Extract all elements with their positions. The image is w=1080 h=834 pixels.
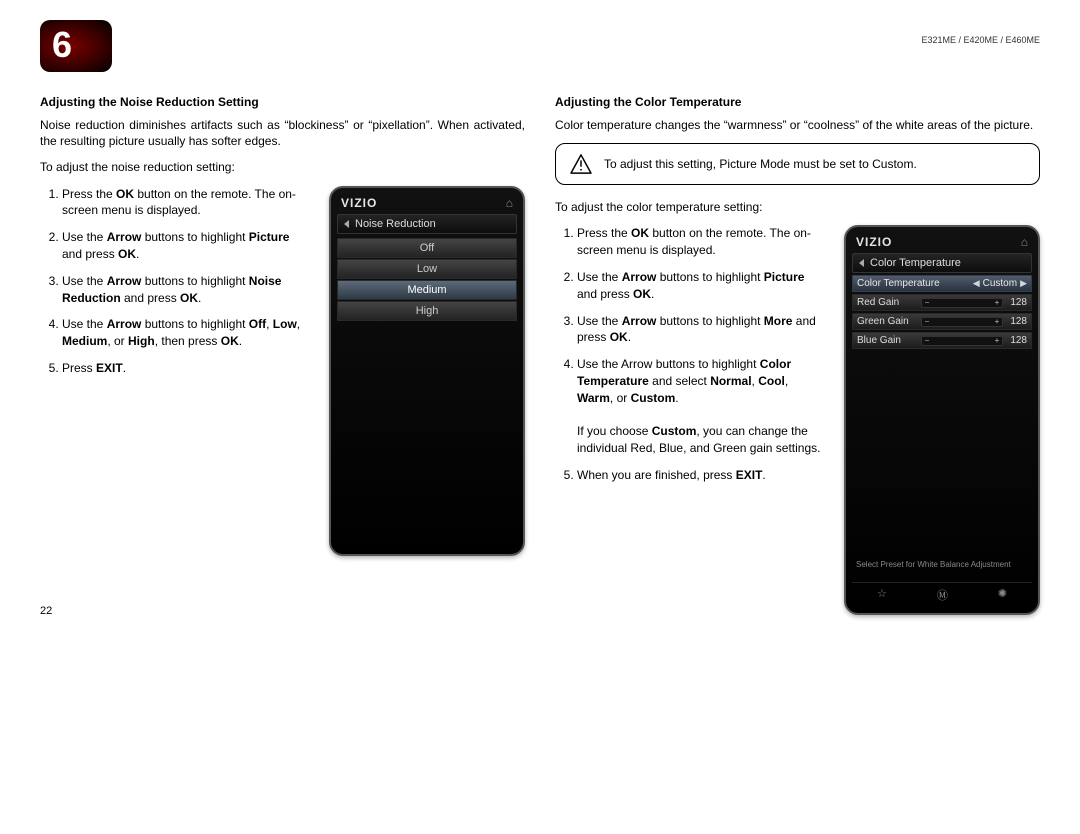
left-column: Adjusting the Noise Reduction Setting No… <box>40 95 525 615</box>
step-item: Press the OK button on the remote. The o… <box>62 186 311 220</box>
step-item: Use the Arrow buttons to highlight Color… <box>577 356 826 457</box>
right-steps: Press the OK button on the remote. The o… <box>555 225 826 483</box>
slider-track: −+ <box>921 298 1003 308</box>
footer-icons: ☆ Ⓜ ✺ <box>852 582 1032 603</box>
chevron-left-icon: ◀ <box>973 278 980 289</box>
selector-label: Color Temperature <box>857 278 940 289</box>
step-item: Use the Arrow buttons to highlight Noise… <box>62 273 311 307</box>
chapter-number: 6 <box>52 24 74 66</box>
step-item: Use the Arrow buttons to highlight More … <box>577 313 826 347</box>
menu-title-bar: Noise Reduction <box>337 214 517 234</box>
left-heading: Adjusting the Noise Reduction Setting <box>40 95 525 109</box>
left-lead: To adjust the noise reduction setting: <box>40 159 525 175</box>
model-line: E321ME / E420ME / E460ME <box>921 35 1040 45</box>
page-number: 22 <box>40 605 52 617</box>
right-lead: To adjust the color temperature setting: <box>555 199 1040 215</box>
note-text: To adjust this setting, Picture Mode mus… <box>604 157 917 171</box>
gain-value: 128 <box>1007 297 1027 308</box>
minus-icon: − <box>923 337 931 345</box>
option-low: Low <box>337 259 517 279</box>
color-temp-selector: Color Temperature ◀Custom▶ <box>852 275 1032 292</box>
menu-title: Color Temperature <box>870 257 961 269</box>
chevron-right-icon: ▶ <box>1020 278 1027 289</box>
gain-label: Green Gain <box>857 316 917 327</box>
chapter-badge: 6 <box>40 20 105 75</box>
noise-reduction-options: OffLowMediumHigh <box>337 238 517 321</box>
step-item: Press the OK button on the remote. The o… <box>577 225 826 259</box>
slider-track: −+ <box>921 336 1003 346</box>
plus-icon: + <box>993 299 1001 307</box>
step-item: When you are finished, press EXIT. <box>577 467 826 484</box>
left-intro: Noise reduction diminishes artifacts suc… <box>40 117 525 149</box>
gain-label: Blue Gain <box>857 335 917 346</box>
right-column: Adjusting the Color Temperature Color te… <box>555 95 1040 615</box>
v-circle-icon: Ⓜ <box>937 587 948 603</box>
slider-track: −+ <box>921 317 1003 327</box>
back-arrow-icon <box>859 259 864 267</box>
right-heading: Adjusting the Color Temperature <box>555 95 1040 109</box>
warning-icon <box>570 154 592 174</box>
back-arrow-icon <box>344 220 349 228</box>
note-box: To adjust this setting, Picture Mode mus… <box>555 143 1040 185</box>
step-item: Press EXIT. <box>62 360 311 377</box>
gain-value: 128 <box>1007 316 1027 327</box>
plus-icon: + <box>993 337 1001 345</box>
minus-icon: − <box>923 299 931 307</box>
gain-label: Red Gain <box>857 297 917 308</box>
step-item: Use the Arrow buttons to highlight Off, … <box>62 316 311 350</box>
menu-title-bar: Color Temperature <box>852 253 1032 273</box>
step-item: Use the Arrow buttons to highlight Pictu… <box>62 229 311 263</box>
option-high: High <box>337 301 517 321</box>
star-outline-icon: ☆ <box>877 587 887 603</box>
option-off: Off <box>337 238 517 258</box>
menu-title: Noise Reduction <box>355 218 436 230</box>
gain-row: Green Gain−+128 <box>852 313 1032 330</box>
step-item: Use the Arrow buttons to highlight Pictu… <box>577 269 826 303</box>
noise-reduction-screenshot: VIZIO ⌂ Noise Reduction OffLowMediumHigh <box>329 186 525 556</box>
vizio-logo: VIZIO <box>856 235 892 249</box>
selector-value: Custom <box>983 278 1017 289</box>
home-icon: ⌂ <box>1021 235 1028 249</box>
right-intro: Color temperature changes the “warmness”… <box>555 117 1040 133</box>
gain-value: 128 <box>1007 335 1027 346</box>
gain-row: Red Gain−+128 <box>852 294 1032 311</box>
minus-icon: − <box>923 318 931 326</box>
plus-icon: + <box>993 318 1001 326</box>
color-temperature-screenshot: VIZIO ⌂ Color Temperature Color Temperat… <box>844 225 1040 615</box>
vizio-logo: VIZIO <box>341 196 377 210</box>
hint-text: Select Preset for White Balance Adjustme… <box>852 554 1032 576</box>
gain-row: Blue Gain−+128 <box>852 332 1032 349</box>
gear-icon: ✺ <box>998 587 1007 603</box>
home-icon: ⌂ <box>506 196 513 210</box>
left-steps: Press the OK button on the remote. The o… <box>40 186 311 377</box>
option-medium: Medium <box>337 280 517 300</box>
